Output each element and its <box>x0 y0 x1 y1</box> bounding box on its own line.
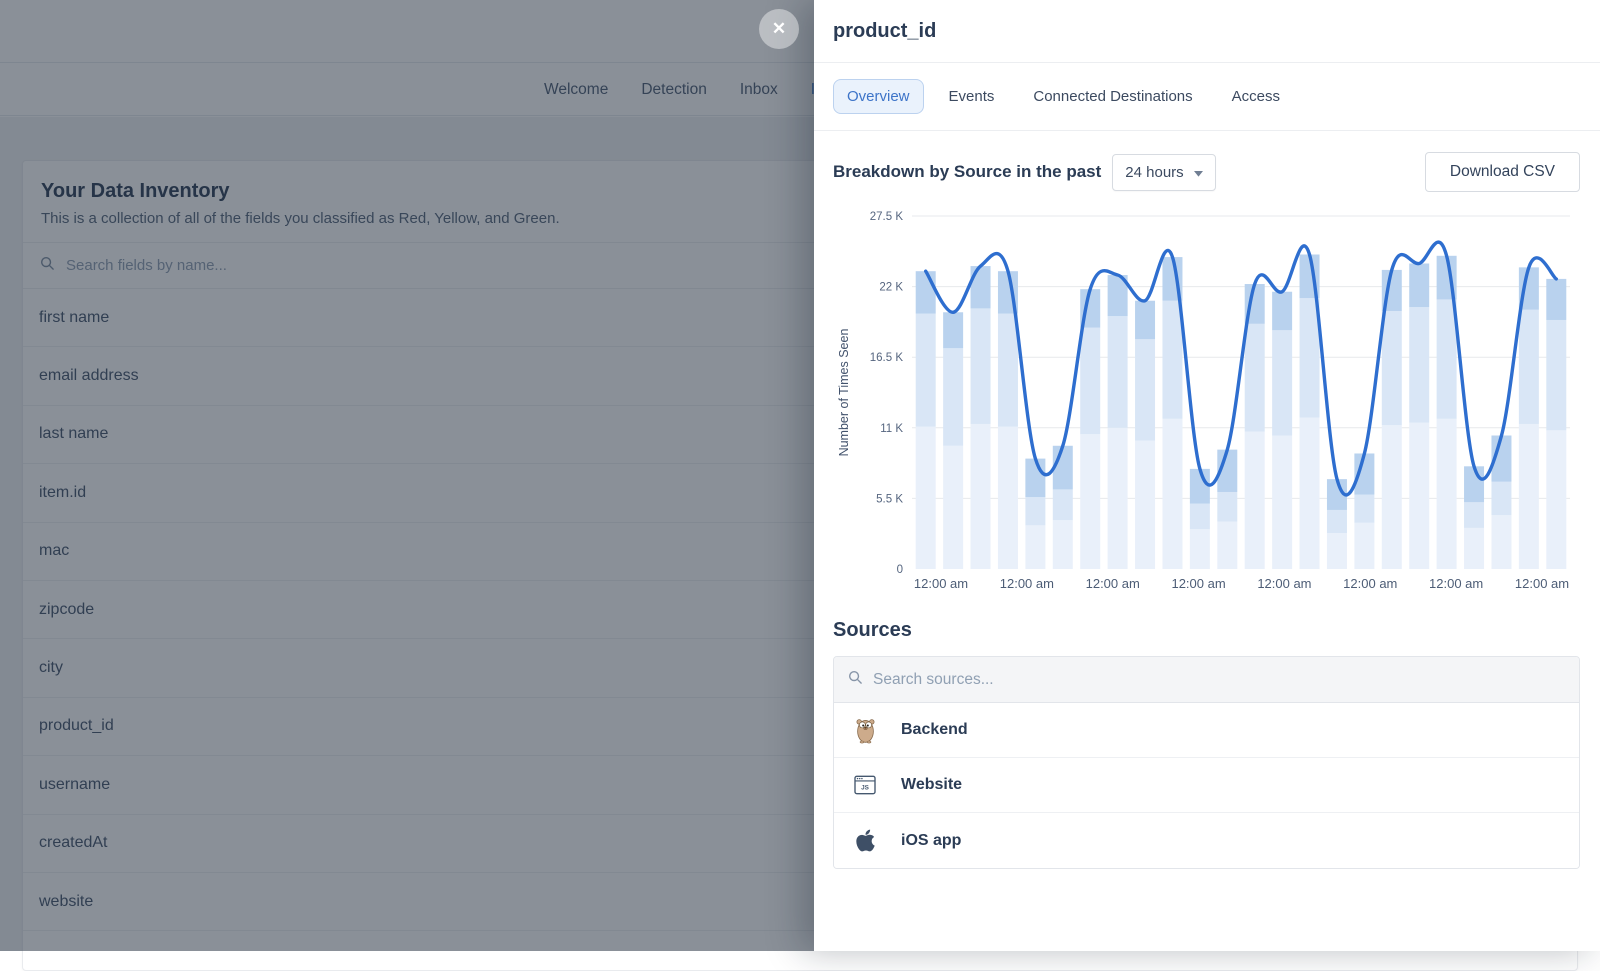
svg-text:27.5 K: 27.5 K <box>870 211 904 223</box>
svg-text:12:00 am: 12:00 am <box>1429 576 1483 591</box>
panel-header: product_id <box>814 0 1600 63</box>
source-rows: Backend JS Website iOS app <box>834 703 1579 868</box>
sources-search[interactable] <box>834 657 1579 703</box>
breakdown-chart: 0 5.5 K 11 K 16.5 K 22 K 27.5 K Number of Time… <box>833 205 1580 605</box>
tab-events[interactable]: Events <box>935 79 1009 114</box>
js-browser-icon: JS <box>853 775 877 795</box>
panel-tabs: Overview Events Connected Destinations Acce… <box>814 63 1600 131</box>
svg-text:5.5 K: 5.5 K <box>876 493 903 505</box>
source-row-ios-app[interactable]: iOS app <box>834 813 1579 868</box>
close-icon: ✕ <box>772 19 786 39</box>
download-csv-button[interactable]: Download CSV <box>1425 152 1580 192</box>
sources-title: Sources <box>833 619 1580 642</box>
svg-text:12:00 am: 12:00 am <box>914 576 968 591</box>
source-row-website[interactable]: JS Website <box>834 758 1579 813</box>
svg-text:22 K: 22 K <box>879 282 903 294</box>
source-name: iOS app <box>901 832 961 850</box>
sources-list: Backend JS Website iOS app <box>833 656 1580 869</box>
svg-text:12:00 am: 12:00 am <box>1515 576 1569 591</box>
svg-text:JS: JS <box>861 784 869 791</box>
close-panel-button[interactable]: ✕ <box>759 9 799 49</box>
svg-text:Number of Times Seen: Number of Times Seen <box>837 329 851 457</box>
source-row-backend[interactable]: Backend <box>834 703 1579 758</box>
field-detail-panel: product_id Overview Events Connected Desti… <box>814 0 1600 951</box>
panel-content: Breakdown by Source in the past 24 hours… <box>814 131 1600 889</box>
tab-overview[interactable]: Overview <box>833 79 924 114</box>
svg-text:12:00 am: 12:00 am <box>1086 576 1140 591</box>
time-range-value: 24 hours <box>1125 164 1183 181</box>
svg-text:16.5 K: 16.5 K <box>870 352 904 364</box>
svg-text:12:00 am: 12:00 am <box>1343 576 1397 591</box>
sources-search-input[interactable] <box>873 671 1293 689</box>
caret-down-icon <box>1194 164 1203 181</box>
breakdown-title: Breakdown by Source in the past <box>833 162 1101 182</box>
panel-title: product_id <box>833 20 936 43</box>
gopher-icon <box>853 717 877 744</box>
apple-icon <box>853 828 877 853</box>
tab-access[interactable]: Access <box>1218 79 1294 114</box>
svg-text:12:00 am: 12:00 am <box>1257 576 1311 591</box>
svg-text:12:00 am: 12:00 am <box>1171 576 1225 591</box>
tab-connected-destinations[interactable]: Connected Destinations <box>1019 79 1206 114</box>
svg-text:0: 0 <box>897 564 903 576</box>
source-name: Backend <box>901 721 968 739</box>
time-range-select[interactable]: 24 hours <box>1112 154 1215 191</box>
svg-text:12:00 am: 12:00 am <box>1000 576 1054 591</box>
svg-text:11 K: 11 K <box>880 423 903 435</box>
search-icon <box>848 670 863 690</box>
source-name: Website <box>901 776 962 794</box>
